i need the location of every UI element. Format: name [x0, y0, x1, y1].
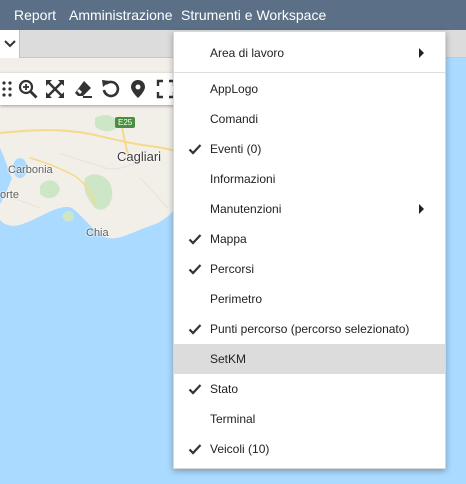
map-label-cagliari: Cagliari [117, 149, 162, 164]
menu-item-manutenzioni[interactable]: Manutenzioni [174, 194, 445, 224]
map-label-carbonia: Carbonia [8, 164, 53, 176]
map-toolbar [0, 73, 180, 105]
menu-item-label: Manutenzioni [210, 202, 282, 216]
place-pin-button[interactable] [125, 73, 153, 105]
menu-item-label: Mappa [210, 232, 247, 246]
menu-item-label: Percorsi [210, 262, 255, 276]
menu-item-label: Punti percorso (percorso selezionato) [210, 322, 410, 336]
menu-item-punti-percorso[interactable]: Punti percorso (percorso selezionato) [174, 314, 445, 344]
map-label-porte: orte [0, 189, 19, 201]
menu-item-label: Area di lavoro [210, 46, 285, 60]
menu-item-stato[interactable]: Stato [174, 374, 445, 404]
menu-strumenti-workspace[interactable]: Strumenti e Workspace [181, 0, 326, 30]
drag-handle-icon [2, 81, 12, 97]
menu-item-comandi[interactable]: Comandi [174, 104, 445, 134]
menu-item-label: Perimetro [210, 292, 263, 306]
checkmark-icon [188, 234, 202, 245]
menu-item-veicoli[interactable]: Veicoli (10) [174, 434, 445, 464]
menu-report[interactable]: Report [14, 0, 56, 30]
menu-item-percorsi[interactable]: Percorsi [174, 254, 445, 284]
strumenti-workspace-dropdown: Area di lavoro AppLogo Comandi Eventi (0… [173, 31, 446, 469]
eraser-button[interactable] [69, 73, 97, 105]
menu-item-perimetro[interactable]: Perimetro [174, 284, 445, 314]
menu-item-label: Eventi (0) [210, 142, 262, 156]
menu-amministrazione[interactable]: Amministrazione [69, 0, 172, 30]
map-label-chia: Chia [86, 227, 109, 239]
checkmark-icon [188, 384, 202, 395]
fit-extent-icon [46, 80, 65, 98]
menu-item-label: AppLogo [210, 82, 259, 96]
pin-icon [131, 80, 146, 98]
menu-item-setkm[interactable]: SetKM [174, 344, 445, 374]
menu-item-label: Veicoli (10) [210, 442, 270, 456]
chevron-down-icon [3, 40, 16, 48]
menu-item-label: Stato [210, 382, 239, 396]
menu-item-mappa[interactable]: Mappa [174, 224, 445, 254]
menu-item-label: SetKM [210, 352, 247, 366]
menu-item-informazioni[interactable]: Informazioni [174, 164, 445, 194]
submenu-arrow-icon [419, 204, 424, 214]
top-menu-bar: Report Amministrazione Strumenti e Works… [0, 0, 466, 30]
fit-extent-button[interactable] [42, 73, 70, 105]
menu-item-applogo[interactable]: AppLogo [174, 74, 445, 104]
eraser-icon [75, 81, 93, 98]
drag-handle[interactable] [0, 73, 14, 105]
undo-icon [101, 80, 119, 98]
zoom-in-icon [18, 79, 38, 99]
checkmark-icon [188, 324, 202, 335]
submenu-arrow-icon [419, 48, 424, 58]
checkmark-icon [188, 264, 202, 275]
menu-item-area-di-lavoro[interactable]: Area di lavoro [174, 38, 445, 68]
menu-item-label: Terminal [210, 412, 256, 426]
menu-item-terminal[interactable]: Terminal [174, 404, 445, 434]
menu-item-label: Informazioni [210, 172, 276, 186]
checkmark-icon [188, 144, 202, 155]
undo-button[interactable] [97, 73, 125, 105]
checkmark-icon [188, 444, 202, 455]
menu-divider [174, 72, 445, 73]
menu-item-label: Comandi [210, 112, 259, 126]
menu-item-eventi[interactable]: Eventi (0) [174, 134, 445, 164]
zoom-in-button[interactable] [14, 73, 42, 105]
collapse-toggle-button[interactable] [0, 30, 20, 58]
road-shield-e25: E25 [115, 117, 136, 128]
